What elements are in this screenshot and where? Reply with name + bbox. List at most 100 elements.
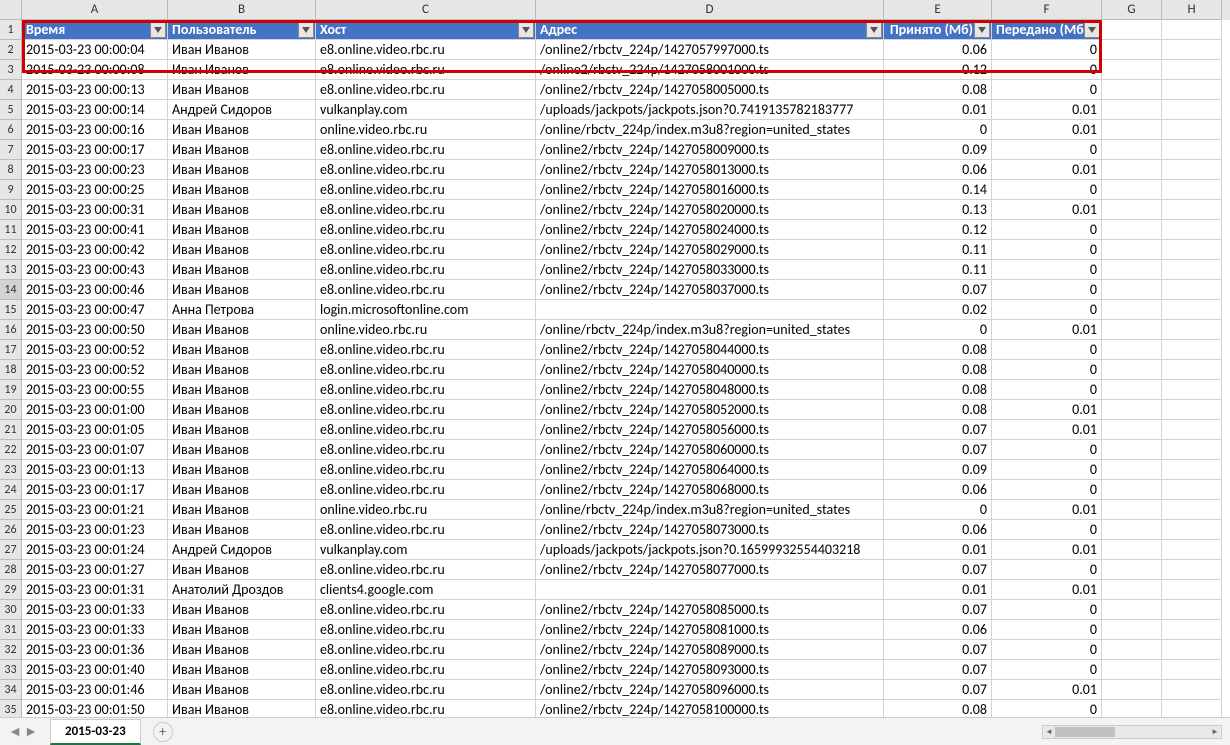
cell-empty[interactable] [1102,300,1162,320]
cell-received[interactable]: 0.07 [884,420,992,440]
cell-sent[interactable]: 0.01 [992,500,1102,520]
cell-host[interactable]: e8.online.video.rbc.ru [316,600,536,620]
col-header-F[interactable]: F [992,0,1102,20]
cell-host[interactable]: e8.online.video.rbc.ru [316,460,536,480]
row-header[interactable]: 21 [0,420,22,440]
cell-empty[interactable] [1162,480,1222,500]
row-header[interactable]: 25 [0,500,22,520]
cell-address[interactable]: /online2/rbctv_224p/1427058016000.ts [536,180,884,200]
cell-time[interactable]: 2015-03-23 00:01:05 [22,420,168,440]
cell-empty[interactable] [1162,100,1222,120]
cell-host[interactable]: e8.online.video.rbc.ru [316,280,536,300]
cell-user[interactable]: Иван Иванов [168,180,316,200]
filter-dropdown-icon[interactable] [974,21,990,38]
cell-time[interactable]: 2015-03-23 00:01:17 [22,480,168,500]
cell-time[interactable]: 2015-03-23 00:00:23 [22,160,168,180]
cell-time[interactable]: 2015-03-23 00:00:43 [22,260,168,280]
cell-time[interactable]: 2015-03-23 00:00:46 [22,280,168,300]
cell-sent[interactable]: 0 [992,380,1102,400]
filter-dropdown-icon[interactable] [866,21,882,38]
cell-empty[interactable] [1162,540,1222,560]
cell-host[interactable]: e8.online.video.rbc.ru [316,480,536,500]
cell-host[interactable]: e8.online.video.rbc.ru [316,420,536,440]
cell-received[interactable]: 0.06 [884,480,992,500]
row-header[interactable]: 5 [0,100,22,120]
cell-address[interactable]: /online2/rbctv_224p/1427058085000.ts [536,600,884,620]
cell-time[interactable]: 2015-03-23 00:00:31 [22,200,168,220]
cell-host[interactable]: online.video.rbc.ru [316,120,536,140]
cell-empty[interactable] [1102,380,1162,400]
cell-host[interactable]: e8.online.video.rbc.ru [316,660,536,680]
cell-sent[interactable]: 0 [992,340,1102,360]
row-header[interactable]: 31 [0,620,22,640]
row-header[interactable]: 13 [0,260,22,280]
cell-address[interactable]: /online2/rbctv_224p/1427058064000.ts [536,460,884,480]
grid-area[interactable]: ABCDEFGH 1ВремяПользовательХостАдресПрин… [0,0,1230,717]
cell-user[interactable]: Анна Петрова [168,300,316,320]
cell-user[interactable]: Иван Иванов [168,400,316,420]
cell-time[interactable]: 2015-03-23 00:01:36 [22,640,168,660]
cell-received[interactable]: 0.09 [884,460,992,480]
cell-address[interactable]: /online2/rbctv_224p/1427058093000.ts [536,660,884,680]
cell-user[interactable]: Иван Иванов [168,160,316,180]
cell-sent[interactable]: 0 [992,600,1102,620]
cell-empty[interactable] [1102,220,1162,240]
cell-address[interactable]: /online2/rbctv_224p/1427058077000.ts [536,560,884,580]
cell-time[interactable]: 2015-03-23 00:01:50 [22,700,168,717]
cell-address[interactable]: /online2/rbctv_224p/1427058073000.ts [536,520,884,540]
cell-received[interactable]: 0.14 [884,180,992,200]
cell-user[interactable]: Иван Иванов [168,660,316,680]
row-header[interactable]: 20 [0,400,22,420]
cell-sent[interactable]: 0 [992,280,1102,300]
cell-empty[interactable] [1162,520,1222,540]
cell-empty[interactable] [1102,80,1162,100]
cell-time[interactable]: 2015-03-23 00:00:16 [22,120,168,140]
cell-host[interactable]: e8.online.video.rbc.ru [316,200,536,220]
row-header[interactable]: 3 [0,60,22,80]
cell-time[interactable]: 2015-03-23 00:00:08 [22,60,168,80]
cell-received[interactable]: 0.06 [884,40,992,60]
cell-received[interactable]: 0.06 [884,620,992,640]
cell-address[interactable]: /online2/rbctv_224p/1427058024000.ts [536,220,884,240]
cell-address[interactable] [536,300,884,320]
cell-empty[interactable] [1102,360,1162,380]
cell-sent[interactable]: 0 [992,460,1102,480]
cell-host[interactable]: e8.online.video.rbc.ru [316,680,536,700]
cell-empty[interactable] [1162,340,1222,360]
row-header[interactable]: 14 [0,280,22,300]
cell-user[interactable]: Иван Иванов [168,140,316,160]
cell-time[interactable]: 2015-03-23 00:01:46 [22,680,168,700]
row-header[interactable]: 19 [0,380,22,400]
cell-empty[interactable] [1162,500,1222,520]
cell-user[interactable]: Иван Иванов [168,120,316,140]
cell-address[interactable]: /online2/rbctv_224p/1427058009000.ts [536,140,884,160]
cell-sent[interactable]: 0 [992,40,1102,60]
col-header-E[interactable]: E [884,0,992,20]
cell-received[interactable]: 0.08 [884,360,992,380]
row-header[interactable]: 32 [0,640,22,660]
cell-user[interactable]: Иван Иванов [168,620,316,640]
cell-user[interactable]: Иван Иванов [168,200,316,220]
col-header-G[interactable]: G [1102,0,1162,20]
cell-host[interactable]: e8.online.video.rbc.ru [316,400,536,420]
scroll-left-icon[interactable]: ◄ [1043,726,1055,738]
cell-sent[interactable]: 0 [992,360,1102,380]
header-user[interactable]: Пользователь [168,20,316,40]
row-header[interactable]: 18 [0,360,22,380]
cell-host[interactable]: e8.online.video.rbc.ru [316,60,536,80]
cell-empty[interactable] [1162,240,1222,260]
scroll-thumb[interactable] [1055,727,1115,737]
cell-time[interactable]: 2015-03-23 00:01:27 [22,560,168,580]
cell-user[interactable]: Иван Иванов [168,40,316,60]
cell-host[interactable]: e8.online.video.rbc.ru [316,520,536,540]
cell-sent[interactable]: 0 [992,140,1102,160]
cell-time[interactable]: 2015-03-23 00:00:41 [22,220,168,240]
cell-address[interactable]: /online/rbctv_224p/index.m3u8?region=uni… [536,120,884,140]
cell-sent[interactable]: 0.01 [992,420,1102,440]
cell-user[interactable]: Иван Иванов [168,460,316,480]
cell-address[interactable]: /online2/rbctv_224p/1427058005000.ts [536,80,884,100]
cell-user[interactable]: Иван Иванов [168,480,316,500]
row-header[interactable]: 4 [0,80,22,100]
cell-empty[interactable] [1102,540,1162,560]
cell-time[interactable]: 2015-03-23 00:01:33 [22,620,168,640]
